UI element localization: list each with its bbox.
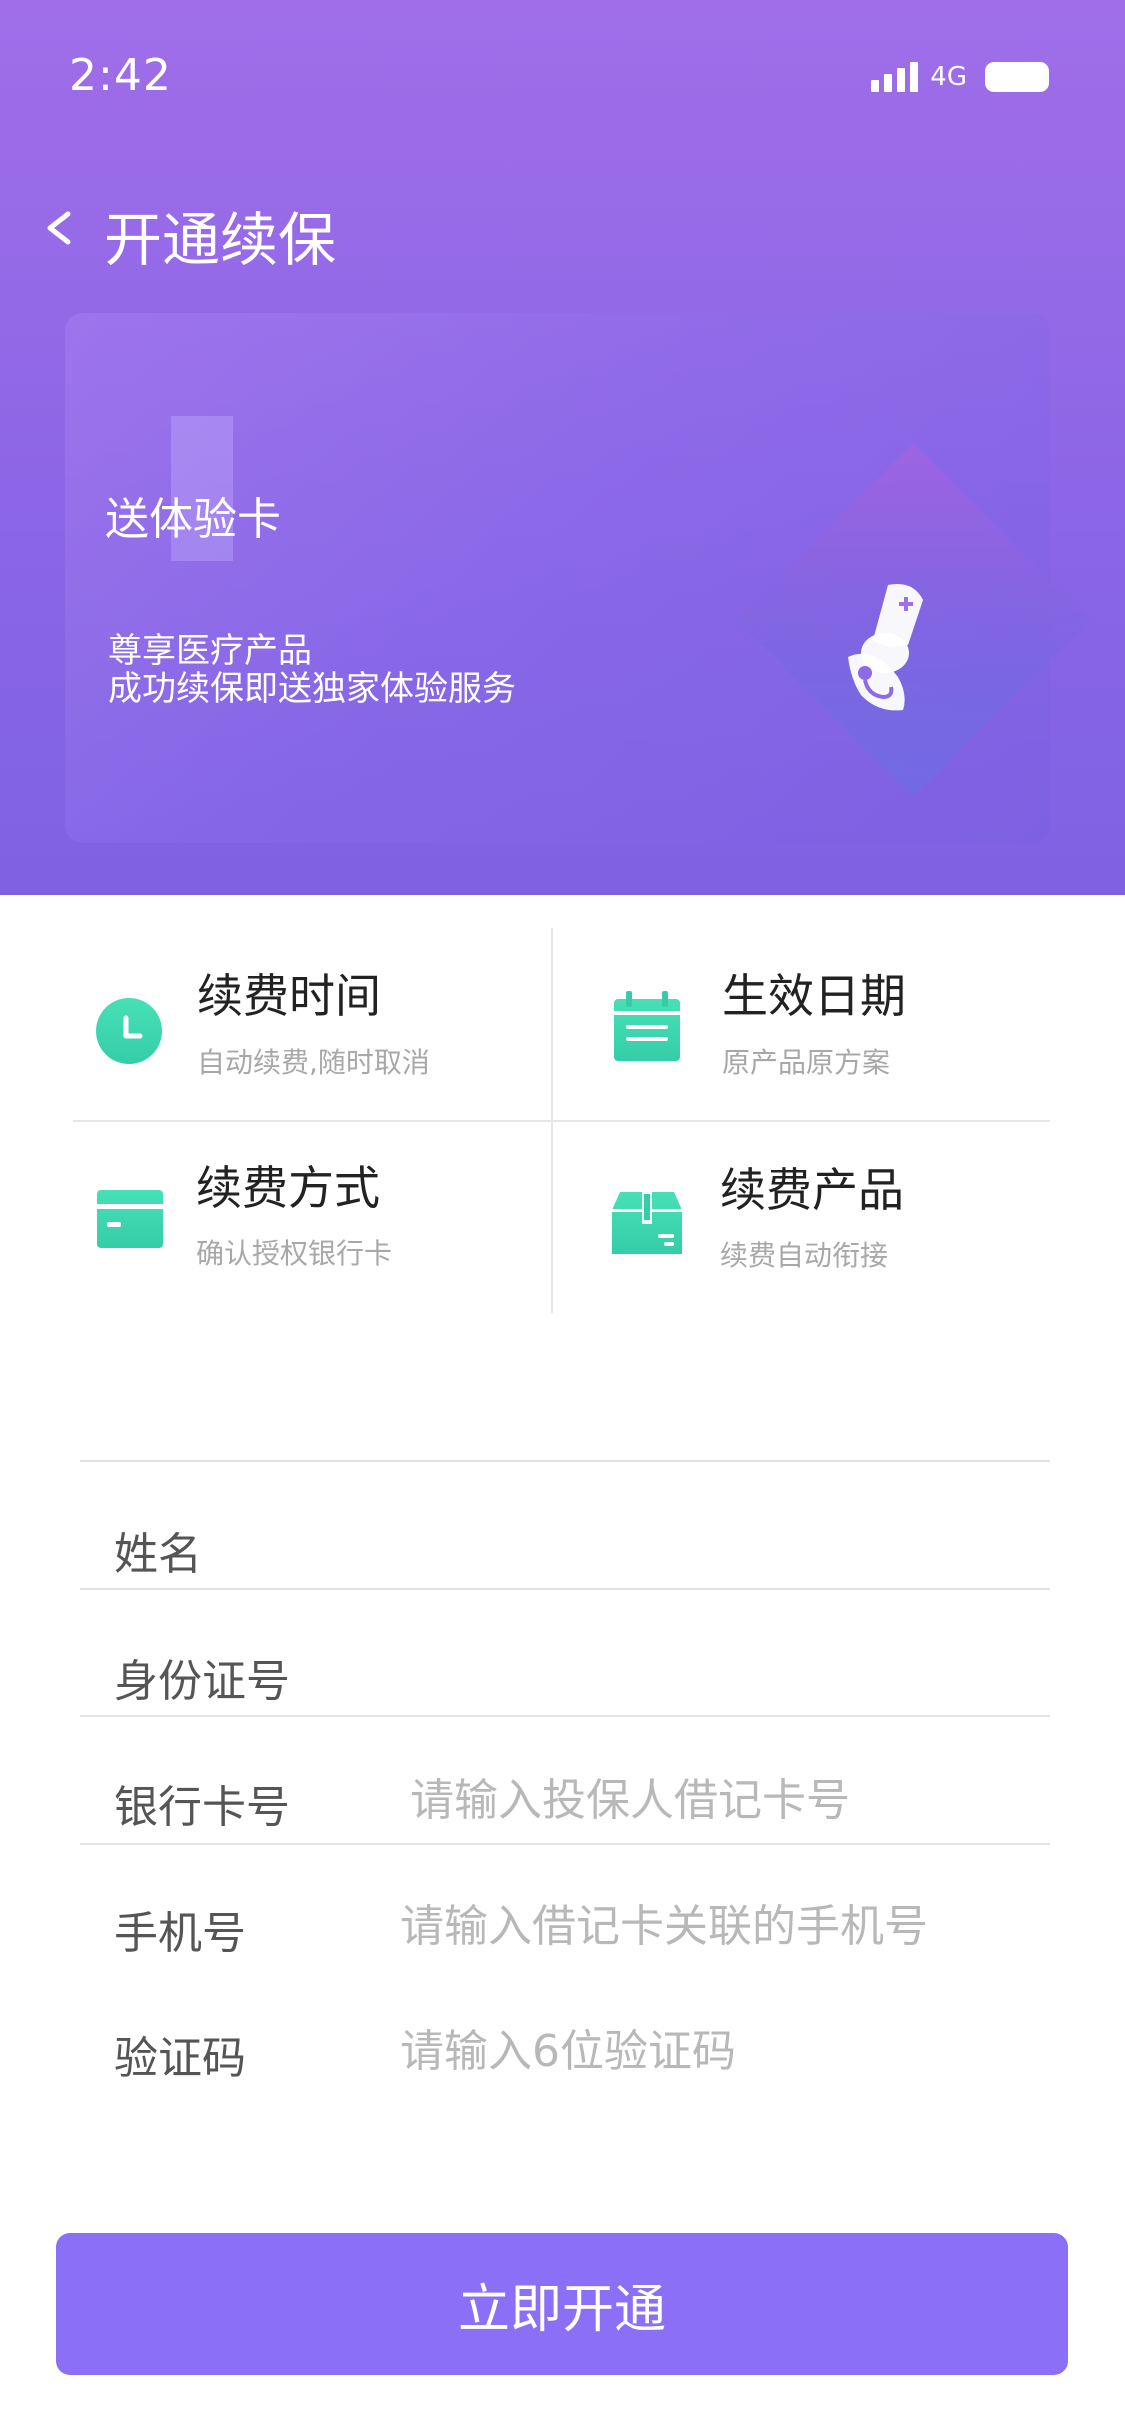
form-divider [80,1715,1050,1717]
feature-subtitle: 确认授权银行卡 [196,1237,393,1270]
feature-renewal-time[interactable]: 续费时间 自动续费,随时取消 [0,928,550,1118]
verification-code-input[interactable] [400,2016,1040,2086]
feature-title: 续费产品 [720,1163,904,1217]
feature-title: 生效日期 [722,969,906,1023]
verification-code-label: 验证码 [114,2033,246,2084]
id-label: 身份证号 [114,1656,290,1707]
phone-label: 手机号 [114,1908,246,1959]
phone-input[interactable] [400,1891,1050,1961]
form-divider [80,1460,1050,1462]
name-label: 姓名 [114,1529,202,1580]
feature-renewal-method[interactable]: 续费方式 确认授权银行卡 [0,1122,550,1312]
form-divider [80,1843,1050,1845]
feature-renewal-product[interactable]: 续费产品 续费自动衔接 [553,1122,1050,1312]
back-button[interactable] [38,198,78,258]
feature-subtitle: 续费自动衔接 [720,1239,889,1272]
clock-icon [96,998,162,1064]
name-input[interactable] [400,1512,1040,1582]
signal-icon [871,62,919,92]
bank-card-label: 银行卡号 [114,1782,290,1833]
network-type: 4G [930,62,967,92]
card-icon [97,1190,163,1248]
feature-title: 续费时间 [197,969,381,1023]
feature-subtitle: 自动续费,随时取消 [197,1046,430,1079]
bank-card-input[interactable] [410,1765,1050,1835]
box-icon [612,1192,682,1254]
battery-icon [985,62,1049,92]
id-number-input[interactable] [400,1639,1040,1709]
header: 2:42 4G 开通续保 送体验卡 尊享医疗产品 成功续保即送独家体验服务 [0,0,1125,895]
back-arrow-icon [47,211,71,245]
form-divider [80,1588,1050,1590]
activate-button[interactable]: 立即开通 [56,2233,1068,2375]
status-indicators: 4G [871,60,1049,94]
page-title: 开通续保 [104,206,337,274]
calendar-icon [614,991,680,1061]
feature-effective-date[interactable]: 生效日期 原产品原方案 [553,928,1050,1118]
promo-card-line2: 成功续保即送独家体验服务 [108,669,516,709]
feature-title: 续费方式 [196,1161,380,1215]
doctor-icon [848,584,923,711]
promo-card-title: 送体验卡 [105,494,281,545]
feature-subtitle: 原产品原方案 [722,1046,891,1079]
status-time: 2:42 [69,50,172,101]
promo-card[interactable]: 送体验卡 尊享医疗产品 成功续保即送独家体验服务 [65,313,1090,843]
